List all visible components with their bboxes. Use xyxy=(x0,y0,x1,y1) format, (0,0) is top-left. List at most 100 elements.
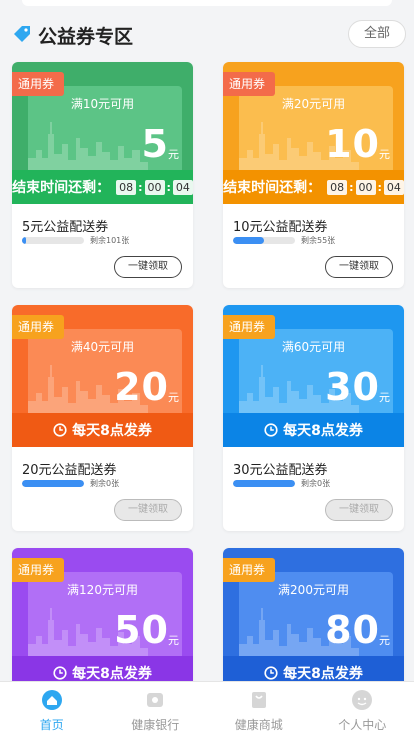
bank-icon xyxy=(147,693,164,707)
stock-progress-fill xyxy=(233,480,295,487)
coupon-name: 10元公益配送券 xyxy=(233,220,328,235)
section-header: 公益券专区 全部 xyxy=(0,14,414,54)
bottom-tab-bar: 首页 健康银行 健康商城 个人中心 xyxy=(0,681,414,735)
tab-label: 首页 xyxy=(39,718,64,732)
countdown-separator: : xyxy=(377,180,382,194)
tab-label: 个人中心 xyxy=(338,718,387,732)
coupon-name: 20元公益配送券 xyxy=(22,463,117,478)
coupon-amount: 30 xyxy=(325,365,380,409)
coupon-face: 通用券 满40元可用 20 元每天8点发券 xyxy=(12,305,193,447)
coupon-bottom-strip: 结束时间还剩： 08:00:04 xyxy=(223,170,404,204)
remaining-count: 剩余55张 xyxy=(301,236,336,245)
coupon-card: 通用券 满20元可用 10 元结束时间还剩： 08:00:04 10元公益配送券 剩余55张… xyxy=(223,62,404,288)
coupon-name: 30元公益配送券 xyxy=(233,463,328,478)
shop-icon xyxy=(251,692,266,708)
general-coupon-badge: 通用券 xyxy=(12,315,65,339)
coupon-card: 通用券 满60元可用 30 元每天8点发券 30元公益配送券 剩余0张一键领取 xyxy=(223,305,404,531)
clock-icon xyxy=(53,423,67,437)
coupon-unit: 元 xyxy=(379,634,390,647)
daily-release-notice: 每天8点发券 xyxy=(264,420,363,440)
daily-release-label: 每天8点发券 xyxy=(72,666,152,682)
countdown-digit: 00 xyxy=(144,179,165,195)
tab-label: 健康银行 xyxy=(131,718,180,732)
daily-release-notice: 每天8点发券 xyxy=(53,663,152,683)
countdown-digit: 00 xyxy=(355,179,376,195)
countdown-digit: 04 xyxy=(172,179,193,195)
coupon-unit: 元 xyxy=(379,391,390,404)
clock-icon xyxy=(264,423,278,437)
coupon-unit: 元 xyxy=(379,148,390,161)
claim-button[interactable]: 一键领取 xyxy=(114,256,182,278)
tab-home[interactable]: 首页 xyxy=(0,682,104,735)
general-coupon-badge: 通用券 xyxy=(12,558,65,582)
coupon-unit: 元 xyxy=(168,634,179,647)
coupon-card: 通用券 满40元可用 20 元每天8点发券 20元公益配送券 剩余0张 一键领取 xyxy=(12,305,193,531)
countdown-separator: : xyxy=(138,180,143,194)
stock-progress-fill xyxy=(233,237,264,244)
coupon-info: 10元公益配送券 剩余55张一键领取 xyxy=(223,204,404,288)
general-coupon-badge: 通用券 xyxy=(223,315,276,339)
tab-label: 健康商城 xyxy=(234,718,283,732)
clock-icon xyxy=(264,666,278,680)
remaining-count: 剩余0张 xyxy=(301,479,331,488)
coupon-face: 通用券 满10元可用 5 元结束时间还剩： 08:00:04 xyxy=(12,62,193,204)
countdown-label: 结束时间还剩： xyxy=(223,180,322,196)
coupon-card: 通用券 满120元可用 50 元每天8点发券 xyxy=(12,548,193,690)
stock-progress-bar xyxy=(22,237,84,244)
remaining-count: 剩余101张 xyxy=(90,236,130,245)
daily-release-notice: 每天8点发券 xyxy=(53,420,152,440)
coupon-card: 通用券 满200元可用 80 元每天8点发券 xyxy=(223,548,404,690)
countdown-digit: 08 xyxy=(116,179,137,195)
coupon-amount: 20 xyxy=(114,365,169,409)
daily-release-label: 每天8点发券 xyxy=(283,666,363,682)
remaining-count: 剩余0张 xyxy=(90,479,120,488)
general-coupon-badge: 通用券 xyxy=(223,558,276,582)
min-spend-label: 满200元可用 xyxy=(278,583,349,597)
claim-button[interactable]: 一键领取 xyxy=(325,256,393,278)
daily-release-label: 每天8点发券 xyxy=(283,423,363,439)
min-spend-label: 满120元可用 xyxy=(67,583,138,597)
general-coupon-badge: 通用券 xyxy=(223,72,276,96)
coupon-bottom-strip: 每天8点发券 xyxy=(12,413,193,447)
skyline-illustration xyxy=(28,122,148,174)
countdown-separator: : xyxy=(166,180,171,194)
clock-icon xyxy=(53,666,67,680)
coupon-info: 20元公益配送券 剩余0张一键领取 xyxy=(12,447,193,531)
countdown-label: 结束时间还剩： xyxy=(12,180,111,196)
page: 公益券专区 全部 通用券 满10元可用 5 元结束时间还剩： 08:00:04 5元公益配… xyxy=(0,0,414,735)
coupon-amount: 80 xyxy=(325,608,380,652)
stock-progress-bar xyxy=(233,237,295,244)
general-coupon-badge: 通用券 xyxy=(12,72,65,96)
daily-release-notice: 每天8点发券 xyxy=(264,663,363,683)
coupon-name: 5元公益配送券 xyxy=(22,220,109,235)
coupon-face: 通用券 满60元可用 30 元每天8点发券 xyxy=(223,305,404,447)
coupon-face: 通用券 满120元可用 50 元每天8点发券 xyxy=(12,548,193,690)
claim-button[interactable]: 一键领取 xyxy=(114,499,182,521)
coupon-info: 30元公益配送券 剩余0张一键领取 xyxy=(223,447,404,531)
tab-shop[interactable]: 健康商城 xyxy=(207,682,311,735)
section-title: 公益券专区 xyxy=(38,26,134,48)
coupon-info: 5元公益配送券 剩余101张一键领取 xyxy=(12,204,193,288)
coupon-bottom-strip: 结束时间还剩： 08:00:04 xyxy=(12,170,193,204)
coupon-amount: 5 xyxy=(141,122,169,166)
coupon-face: 通用券 满200元可用 80 元每天8点发券 xyxy=(223,548,404,690)
tab-user[interactable]: 个人中心 xyxy=(311,682,414,735)
daily-release-label: 每天8点发券 xyxy=(72,423,152,439)
tab-bank[interactable]: 健康银行 xyxy=(104,682,208,735)
view-all-button[interactable]: 全部 xyxy=(348,20,406,48)
coupon-amount: 50 xyxy=(114,608,169,652)
countdown-separator: : xyxy=(349,180,354,194)
previous-section-edge xyxy=(0,0,414,10)
min-spend-label: 满60元可用 xyxy=(281,340,346,354)
countdown-timer: 结束时间还剩： 08:00:04 xyxy=(12,177,193,197)
min-spend-label: 满10元可用 xyxy=(70,97,135,111)
coupon-tag-icon xyxy=(14,26,30,42)
stock-progress-fill xyxy=(22,237,26,244)
stock-progress-bar xyxy=(22,480,84,487)
claim-button[interactable]: 一键领取 xyxy=(325,499,393,521)
coupon-unit: 元 xyxy=(168,148,179,161)
coupon-face: 通用券 满20元可用 10 元结束时间还剩： 08:00:04 xyxy=(223,62,404,204)
user-icon xyxy=(352,690,373,710)
stock-progress-bar xyxy=(233,480,295,487)
min-spend-label: 满20元可用 xyxy=(281,97,346,111)
